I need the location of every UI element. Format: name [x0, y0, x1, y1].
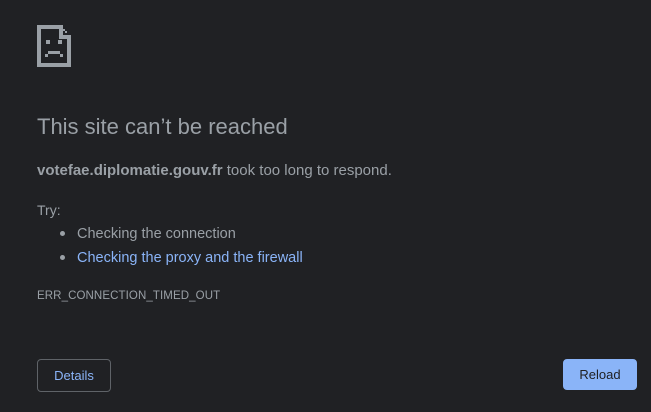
error-page: This site can’t be reached votefae.diplo…	[0, 0, 651, 412]
error-message: took too long to respond.	[222, 162, 392, 179]
host-name: votefae.diplomatie.gouv.fr	[37, 162, 223, 179]
reload-button[interactable]: Reload	[563, 359, 637, 390]
suggestion-item: Checking the proxy and the firewall	[37, 248, 303, 272]
error-summary: votefae.diplomatie.gouv.fr took too long…	[37, 161, 392, 181]
sad-page-icon	[37, 25, 71, 67]
bullet-icon	[60, 255, 65, 260]
suggestion-item: Checking the connection	[37, 224, 303, 248]
try-label: Try:	[37, 202, 61, 218]
details-button[interactable]: Details	[37, 359, 111, 392]
page-title: This site can’t be reached	[37, 114, 288, 139]
error-code: ERR_CONNECTION_TIMED_OUT	[37, 290, 221, 302]
bullet-icon	[60, 231, 65, 236]
suggestion-check-connection: Checking the connection	[77, 226, 236, 242]
suggestions-list: Checking the connection Checking the pro…	[37, 224, 303, 272]
suggestion-proxy-firewall-link[interactable]: Checking the proxy and the firewall	[77, 250, 303, 266]
